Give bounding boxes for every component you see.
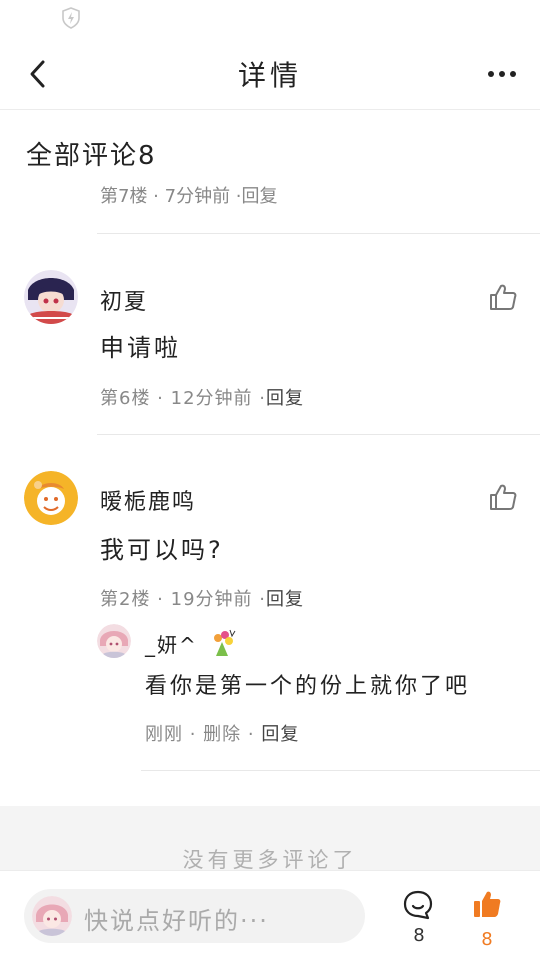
more-dot-icon (499, 71, 505, 77)
comment-meta: 第6楼 · 12分钟前 ·回复 (100, 388, 304, 409)
avatar-image (24, 471, 78, 525)
comment-count: 8 (413, 925, 425, 946)
comment-count-button[interactable]: 8 (398, 889, 440, 953)
top-nav-bar: 详情 (0, 40, 540, 110)
page-title: 详情 (237, 59, 302, 92)
floor-label: 第2楼 (100, 589, 151, 610)
sub-reply-username[interactable]: _妍^ (145, 628, 238, 658)
sub-reply-meta: 刚刚 · 删除 · 回复 (145, 724, 300, 745)
more-dot-icon (488, 71, 494, 77)
divider (141, 770, 540, 771)
comment-meta: 第2楼 · 19分钟前 ·回复 (100, 589, 304, 610)
timestamp: 12分钟前 (170, 388, 253, 409)
avatar (32, 896, 72, 936)
like-count: 8 (481, 929, 493, 950)
more-dot-icon (510, 71, 516, 77)
reply-link[interactable]: 回复 (266, 589, 304, 610)
delete-link[interactable]: 删除 (203, 724, 241, 745)
thumbs-up-icon[interactable] (488, 282, 518, 312)
avatar-image (32, 896, 72, 936)
sub-reply-text: 看你是第一个的份上就你了吧 (145, 674, 471, 699)
bottom-action-bar: 快说点好听的··· 8 8 (0, 870, 540, 960)
avatar-image (24, 270, 78, 324)
thumbs-up-filled-icon (474, 891, 501, 917)
timestamp: 19分钟前 (170, 589, 253, 610)
like-count-button[interactable]: 8 (466, 889, 508, 953)
avatar-image (97, 624, 131, 658)
divider (97, 434, 540, 435)
comment-username[interactable]: 初夏 (100, 284, 148, 316)
comment-bubble-icon (403, 890, 433, 920)
status-bar (0, 0, 540, 40)
more-options-button[interactable] (482, 58, 522, 90)
thumbs-up-icon[interactable] (488, 482, 518, 512)
timestamp: 刚刚 (145, 724, 183, 745)
sub-reply-avatar[interactable] (97, 624, 131, 658)
avatar[interactable] (24, 270, 78, 324)
end-of-list: 没有更多评论了 (0, 806, 540, 876)
divider (97, 233, 540, 234)
reply-link[interactable]: 回复 (261, 724, 299, 745)
all-comments-title: 全部评论8 (26, 141, 157, 171)
shield-bolt-icon (62, 7, 80, 29)
comment-text: 申请啦 (100, 334, 181, 362)
comment-input[interactable]: 快说点好听的··· (24, 889, 365, 943)
comment-text: 我可以吗? (100, 536, 224, 564)
reply-link[interactable]: 回复 (266, 388, 304, 409)
comment-input-placeholder: 快说点好听的··· (84, 907, 269, 935)
comment-username[interactable]: 暧栀鹿鸣 (100, 484, 196, 516)
comment-meta-clipped: 第7楼 · 7分钟前 ·回复 (100, 186, 278, 206)
avatar[interactable] (24, 471, 78, 525)
floor-label: 第6楼 (100, 388, 151, 409)
flower-bouquet-icon (214, 629, 236, 656)
